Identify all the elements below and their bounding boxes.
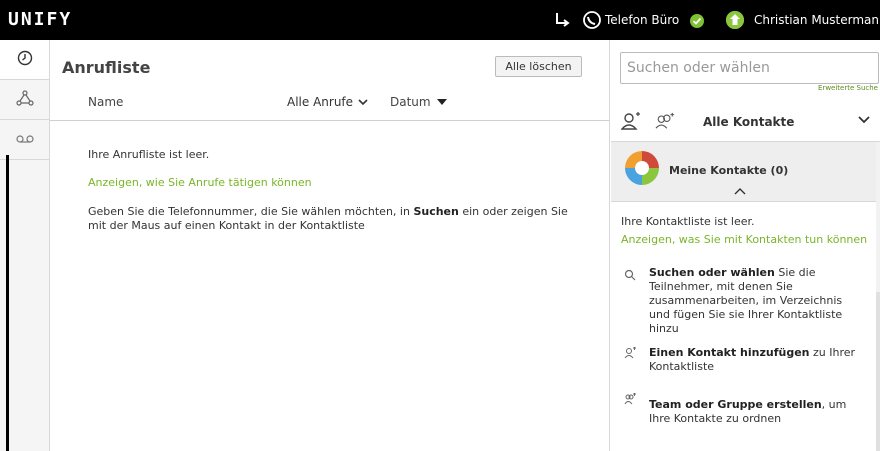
tip-search-bold: Suchen oder wählen <box>649 266 775 279</box>
left-navigation <box>0 40 50 451</box>
header-divider <box>50 120 609 121</box>
user-avatar[interactable] <box>726 11 744 29</box>
contacts-network-icon <box>15 90 34 109</box>
clear-all-button[interactable]: Alle löschen <box>495 56 582 77</box>
call-filter-dropdown[interactable]: Alle Anrufe <box>287 95 368 109</box>
nav-call-history[interactable] <box>0 40 49 80</box>
dial-instructions-bold: Suchen <box>413 205 459 218</box>
nav-edge-bar <box>6 155 9 451</box>
contacts-toolbar: Alle Kontakte <box>611 100 880 142</box>
call-forward-icon[interactable] <box>552 10 574 30</box>
contacts-help-link[interactable]: Anzeigen, was Sie mit Kontakten tun könn… <box>621 233 867 246</box>
search-icon <box>623 268 637 282</box>
add-contact-icon <box>623 346 637 360</box>
group-avatar-icon <box>625 151 659 185</box>
presence-status-icon[interactable] <box>690 14 704 28</box>
search-input[interactable] <box>620 52 879 84</box>
tip-search: Suchen oder wählen Sie die Teilnehmer, m… <box>649 266 859 336</box>
group-name: Meine Kontakte (0) <box>669 164 789 177</box>
tip-add-contact-bold: Einen Kontakt hinzufügen <box>649 346 810 359</box>
column-date-label: Datum <box>390 95 431 109</box>
nav-contacts[interactable] <box>0 80 49 120</box>
chevron-up-icon[interactable] <box>734 184 746 198</box>
empty-call-list-text: Ihre Anrufliste ist leer. <box>88 148 210 161</box>
contacts-filter-label[interactable]: Alle Kontakte <box>703 115 794 129</box>
user-name[interactable]: Christian Mustermann <box>754 13 880 27</box>
add-contact-icon[interactable] <box>621 112 641 130</box>
chevron-down-icon <box>358 95 368 109</box>
column-date[interactable]: Datum <box>390 95 447 109</box>
page-title: Anrufliste <box>62 58 151 77</box>
call-list-panel: Anrufliste Alle löschen Name Alle Anrufe… <box>50 40 610 451</box>
tip-create-group-bold: Team oder Gruppe erstellen <box>649 398 822 411</box>
empty-contacts-text: Ihre Kontaktliste ist leer. <box>621 215 755 228</box>
create-group-icon <box>623 392 637 406</box>
unify-logo: UNIFY <box>8 9 73 30</box>
dial-instructions: Geben Sie die Telefonnummer, die Sie wäh… <box>88 205 578 233</box>
top-bar: UNIFY Telefon Büro Christian Mustermann <box>0 0 880 40</box>
column-name[interactable]: Name <box>88 95 123 109</box>
tip-add-contact: Einen Kontakt hinzufügen zu Ihrer Kontak… <box>649 346 859 374</box>
phone-device-icon[interactable] <box>581 10 603 30</box>
contacts-panel: Erweiterte Suche Alle Kontakte Meine Kon… <box>611 40 880 451</box>
history-icon <box>17 50 33 69</box>
how-to-call-link[interactable]: Anzeigen, wie Sie Anrufe tätigen können <box>88 176 312 189</box>
scrollbar-thumb[interactable] <box>876 292 880 451</box>
my-contacts-group[interactable]: Meine Kontakte (0) <box>611 142 876 202</box>
chevron-down-icon[interactable] <box>858 113 870 127</box>
dial-instructions-part1: Geben Sie die Telefonnummer, die Sie wäh… <box>88 205 414 218</box>
call-filter-label: Alle Anrufe <box>287 95 354 109</box>
voicemail-icon <box>15 133 34 147</box>
contacts-scrollbar[interactable] <box>876 142 880 451</box>
advanced-search-link[interactable]: Erweiterte Suche <box>818 84 878 92</box>
sort-down-icon <box>436 95 447 109</box>
tip-create-group: Team oder Gruppe erstellen, um Ihre Kont… <box>649 398 859 426</box>
create-group-icon[interactable] <box>655 112 675 130</box>
nav-voicemail[interactable] <box>0 120 49 160</box>
phone-device-label[interactable]: Telefon Büro <box>605 13 679 27</box>
